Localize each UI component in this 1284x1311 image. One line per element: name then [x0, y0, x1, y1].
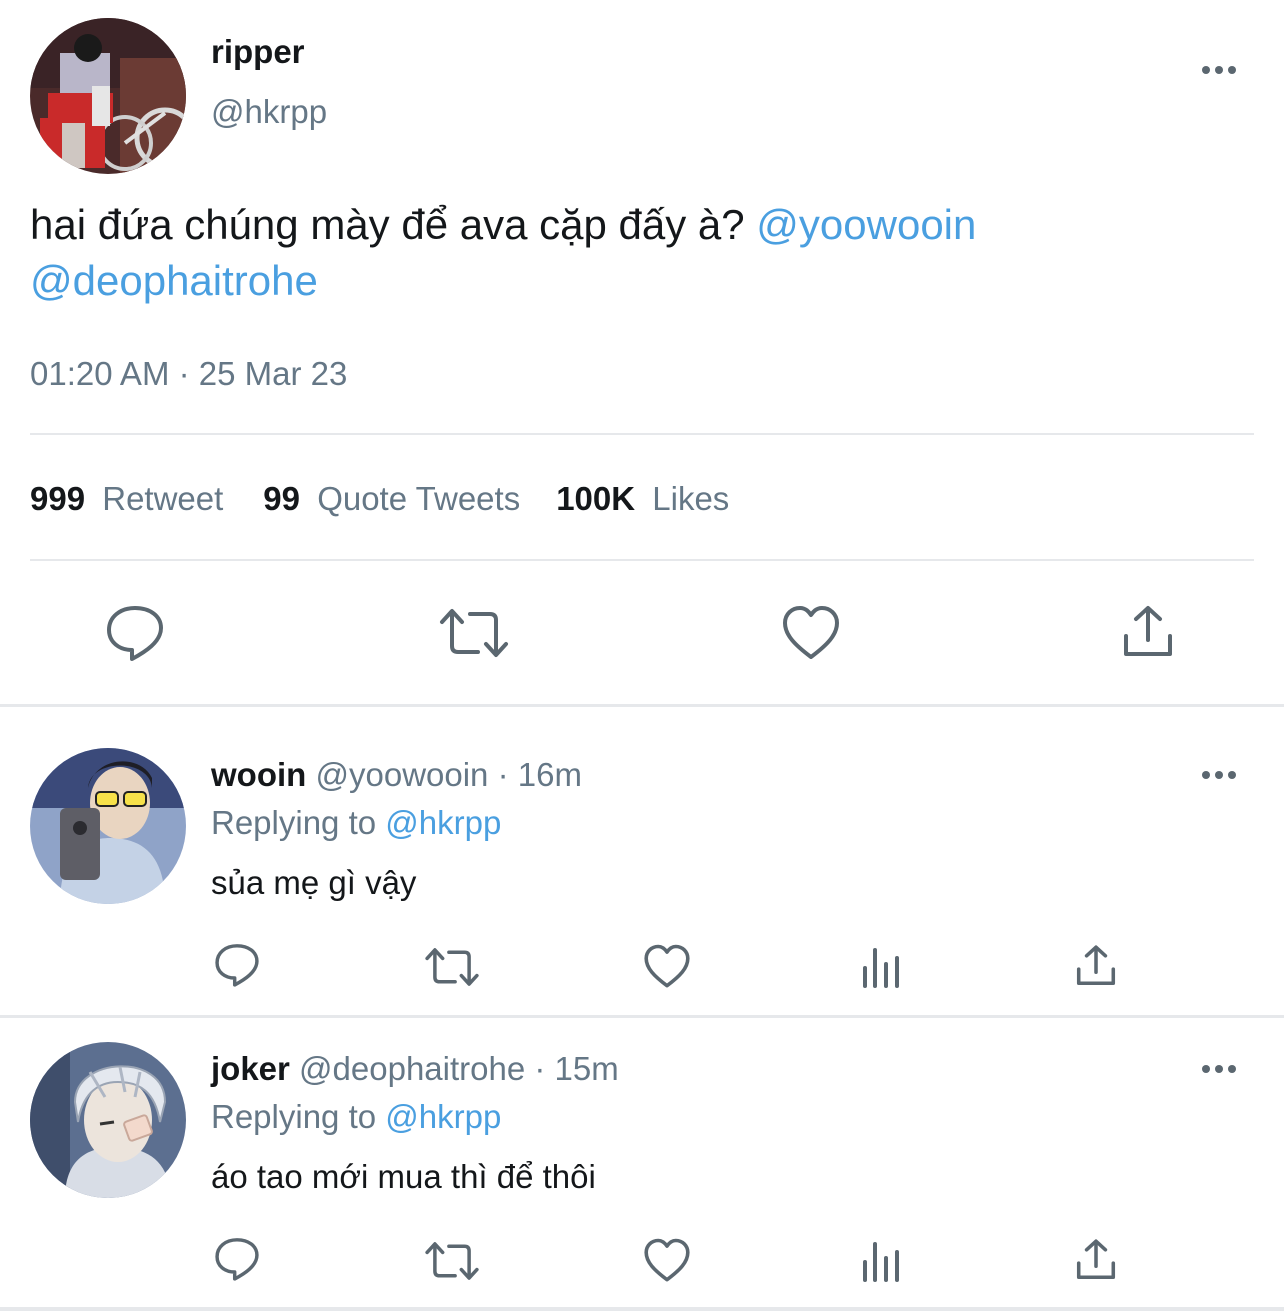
replying-to: Replying to @hkrpp — [211, 804, 501, 842]
replying-to-link[interactable]: @hkrpp — [385, 1098, 501, 1135]
reply-text: áo tao mới mua thì để thôi — [211, 1158, 596, 1195]
reply-author-name[interactable]: wooin — [211, 756, 306, 793]
author-name[interactable]: ripper — [211, 33, 305, 71]
retweet-arrows-icon — [440, 609, 508, 657]
reply-retweet-button[interactable] — [424, 1240, 480, 1282]
quote-count: 99 — [263, 480, 301, 517]
replying-to-label: Replying to — [211, 1098, 377, 1135]
reply-like-button[interactable] — [643, 1238, 691, 1283]
tweet-timestamp[interactable]: 01:20 AM · 25 Mar 23 — [30, 355, 347, 393]
tweet-more-button[interactable] — [1202, 66, 1236, 74]
reply-button[interactable] — [105, 604, 165, 662]
bar-chart-icon — [863, 948, 899, 988]
reply-time[interactable]: · 16m — [498, 756, 582, 793]
divider — [30, 433, 1254, 435]
reply-reply-button[interactable] — [214, 1236, 260, 1282]
section-separator — [0, 1307, 1284, 1311]
likes-count: 100K — [556, 480, 636, 517]
reply-header: joker @deophaitrohe · 15m — [211, 1050, 619, 1088]
reply-like-button[interactable] — [643, 944, 691, 989]
share-upload-icon — [1076, 1239, 1116, 1280]
reply-share-button[interactable] — [1074, 1238, 1118, 1282]
reply-views-button[interactable] — [860, 1240, 902, 1282]
share-upload-icon — [1124, 606, 1172, 656]
replying-to-link[interactable]: @hkrpp — [385, 804, 501, 841]
reply-author-name[interactable]: joker — [211, 1050, 290, 1087]
tweet-text-body: hai đứa chúng mày để ava cặp đấy à? — [30, 201, 745, 248]
reply-share-button[interactable] — [1074, 944, 1118, 988]
reply-time[interactable]: · 15m — [534, 1050, 618, 1087]
heart-icon — [644, 1238, 690, 1282]
bar-chart-icon — [863, 1242, 899, 1282]
divider — [30, 559, 1254, 561]
author-handle[interactable]: @hkrpp — [211, 93, 327, 131]
author-avatar[interactable] — [30, 18, 186, 174]
replying-to-label: Replying to — [211, 804, 377, 841]
quote-stat[interactable]: 99 Quote Tweets — [263, 480, 520, 518]
likes-stat[interactable]: 100K Likes — [556, 480, 729, 518]
heart-icon — [783, 606, 839, 659]
three-dots-icon — [1202, 771, 1210, 779]
reply-more-button[interactable] — [1202, 1065, 1236, 1073]
reply-avatar-joker[interactable] — [30, 1042, 186, 1198]
three-dots-icon — [1202, 66, 1210, 74]
reply-more-button[interactable] — [1202, 771, 1236, 779]
reply-text: sủa mẹ gì vậy — [211, 864, 417, 901]
reply-retweet-button[interactable] — [424, 946, 480, 988]
author-avatar-image — [30, 18, 186, 174]
three-dots-icon — [1202, 1065, 1210, 1073]
retweet-stat[interactable]: 999 Retweet — [30, 480, 223, 518]
reply-author-handle[interactable]: @yoowooin — [315, 756, 488, 793]
speech-bubble-icon — [107, 606, 163, 661]
mention-link-yoowooin[interactable]: @yoowooin — [756, 201, 976, 248]
speech-bubble-icon — [215, 1238, 259, 1281]
retweet-count: 999 — [30, 480, 86, 517]
like-button[interactable] — [781, 605, 841, 661]
retweet-button[interactable] — [438, 606, 510, 660]
share-button[interactable] — [1120, 604, 1176, 660]
share-upload-icon — [1076, 945, 1116, 986]
likes-label: Likes — [652, 480, 730, 517]
reply-views-button[interactable] — [860, 946, 902, 988]
tweet-text: hai đứa chúng mày để ava cặp đấy à? @yoo… — [30, 197, 1260, 309]
reply-avatar-image — [30, 748, 186, 904]
mention-link-deophaitrohe[interactable]: @deophaitrohe — [30, 257, 318, 304]
tweet-stats: 999 Retweet 99 Quote Tweets 100K Likes — [30, 480, 729, 518]
heart-icon — [644, 944, 690, 988]
reply-author-handle[interactable]: @deophaitrohe — [299, 1050, 525, 1087]
reply-avatar-image — [30, 1042, 186, 1198]
reply-header: wooin @yoowooin · 16m — [211, 756, 582, 794]
retweet-arrows-icon — [425, 1242, 479, 1280]
quote-label: Quote Tweets — [317, 480, 521, 517]
section-separator — [0, 1015, 1284, 1018]
reply-avatar-wooin[interactable] — [30, 748, 186, 904]
reply-reply-button[interactable] — [214, 942, 260, 988]
retweet-label: Retweet — [102, 480, 224, 517]
retweet-arrows-icon — [425, 948, 479, 986]
section-separator — [0, 704, 1284, 707]
replying-to: Replying to @hkrpp — [211, 1098, 501, 1136]
speech-bubble-icon — [215, 944, 259, 987]
